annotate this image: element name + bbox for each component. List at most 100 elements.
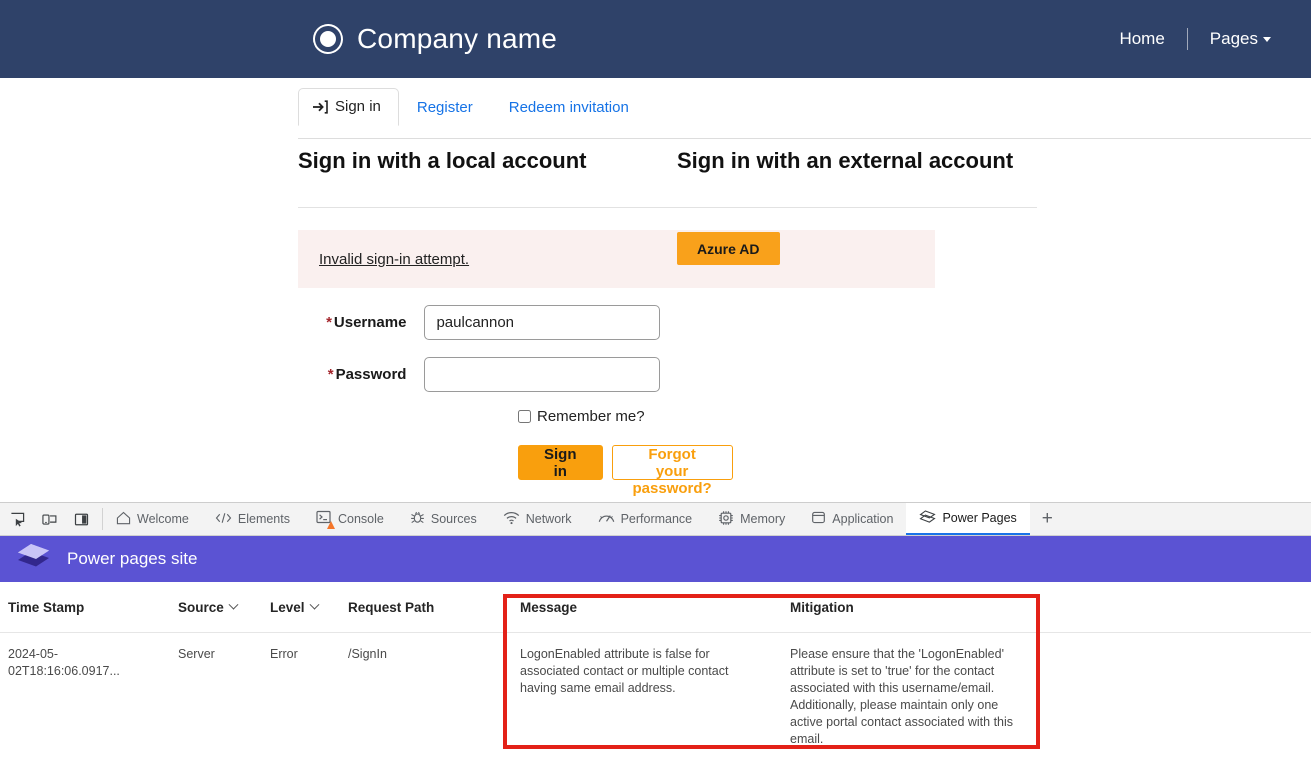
column-header-level-label: Level	[270, 600, 305, 615]
device-toolbar-icon[interactable]	[38, 508, 61, 530]
devtools-tab-memory-label: Memory	[740, 503, 785, 535]
column-header-message: Message	[506, 582, 776, 633]
external-account-heading: Sign in with an external account	[677, 140, 1311, 174]
external-account-section: Sign in with an external account Azure A…	[660, 140, 1311, 480]
local-account-heading: Sign in with a local account	[298, 140, 660, 174]
table-row[interactable]: 2024-05-02T18:16:06.0917... Server Error…	[0, 633, 1311, 761]
devtools-tool-icons	[0, 508, 103, 530]
column-header-spacer	[1044, 582, 1311, 633]
cell-request-path: /SignIn	[348, 633, 506, 761]
chevron-down-icon	[228, 600, 238, 610]
password-label-text: Password	[336, 366, 407, 383]
external-account-divider	[677, 207, 1037, 208]
devtools-tab-power-pages-label: Power Pages	[942, 502, 1016, 534]
devtools-add-tab-button[interactable]: +	[1030, 503, 1065, 535]
devtools-panel: Welcome Elements Console Sources Network…	[0, 502, 1311, 749]
power-pages-diamond-icon	[919, 509, 936, 528]
password-label: *Password	[298, 366, 424, 383]
required-marker: *	[328, 366, 334, 383]
devtools-tab-network[interactable]: Network	[490, 503, 585, 535]
tab-sign-in[interactable]: Sign in	[298, 88, 399, 126]
column-header-request-path: Request Path	[348, 582, 506, 633]
cell-level: Error	[270, 633, 348, 761]
cell-time-stamp: 2024-05-02T18:16:06.0917...	[0, 633, 178, 761]
devtools-tab-network-label: Network	[526, 503, 572, 535]
power-pages-site-title: Power pages site	[67, 549, 197, 569]
error-log-table: Time Stamp Source Level Request Path Mes…	[0, 582, 1311, 761]
power-pages-header: Power pages site	[0, 536, 1311, 582]
code-brackets-icon	[215, 511, 232, 528]
devtools-tab-console[interactable]: Console	[303, 503, 397, 535]
bug-icon	[410, 510, 425, 528]
console-warning-badge	[327, 521, 335, 529]
error-log-table-wrap: Time Stamp Source Level Request Path Mes…	[0, 582, 1311, 750]
brand-title: Company name	[357, 23, 557, 55]
devtools-tab-sources-label: Sources	[431, 503, 477, 535]
table-header-row: Time Stamp Source Level Request Path Mes…	[0, 582, 1311, 633]
wifi-icon	[503, 511, 520, 528]
invalid-signin-alert-link[interactable]: Invalid sign-in attempt.	[319, 251, 469, 268]
site-nav: Home Pages	[1097, 23, 1293, 55]
inspect-element-icon[interactable]	[6, 508, 29, 530]
chevron-down-icon	[309, 600, 319, 610]
local-account-section: Sign in with a local account Invalid sig…	[0, 140, 660, 480]
remember-me-label[interactable]: Remember me?	[537, 408, 645, 425]
column-header-time-stamp: Time Stamp	[0, 582, 178, 633]
sign-in-button[interactable]: Sign in	[518, 445, 603, 480]
username-row: *Username	[298, 305, 660, 340]
column-header-source-label: Source	[178, 600, 224, 615]
tab-sign-in-label: Sign in	[335, 97, 381, 117]
auth-button-row: Sign in Forgot your password?	[298, 445, 660, 480]
brand[interactable]: Company name	[313, 23, 557, 55]
tab-redeem-invitation[interactable]: Redeem invitation	[491, 89, 647, 126]
database-icon	[811, 510, 826, 528]
devtools-tab-memory[interactable]: Memory	[705, 503, 798, 535]
cell-spacer	[1044, 633, 1311, 761]
column-header-mitigation: Mitigation	[776, 582, 1044, 633]
devtools-tab-welcome[interactable]: Welcome	[103, 503, 202, 535]
console-terminal-icon	[316, 510, 332, 528]
circle-target-icon	[313, 24, 343, 54]
nav-item-pages-label: Pages	[1210, 29, 1258, 48]
tab-register[interactable]: Register	[399, 89, 491, 126]
cell-message: LogonEnabled attribute is false for asso…	[506, 633, 776, 761]
devtools-tab-elements[interactable]: Elements	[202, 503, 303, 535]
devtools-tab-sources[interactable]: Sources	[397, 503, 490, 535]
password-row: *Password	[298, 357, 660, 392]
column-header-level[interactable]: Level	[270, 582, 348, 633]
dock-side-icon[interactable]	[70, 508, 93, 530]
azure-ad-button[interactable]: Azure AD	[677, 232, 780, 265]
devtools-tab-welcome-label: Welcome	[137, 503, 189, 535]
devtools-tab-power-pages[interactable]: Power Pages	[906, 503, 1029, 535]
username-label: *Username	[298, 314, 424, 331]
password-input[interactable]	[424, 357, 660, 392]
username-label-text: Username	[334, 314, 407, 331]
devtools-tab-console-label: Console	[338, 503, 384, 535]
auth-columns: Sign in with a local account Invalid sig…	[0, 140, 1311, 480]
auth-tabs: Sign in Register Redeem invitation	[298, 78, 1311, 126]
error-log-table-head: Time Stamp Source Level Request Path Mes…	[0, 582, 1311, 633]
nav-item-pages[interactable]: Pages	[1188, 23, 1293, 55]
chip-icon	[718, 510, 734, 529]
devtools-tab-elements-label: Elements	[238, 503, 290, 535]
devtools-tab-application[interactable]: Application	[798, 503, 906, 535]
tabs-underline	[298, 138, 1311, 139]
auth-page-body: Sign in Register Redeem invitation Sign …	[0, 78, 1311, 502]
remember-me-checkbox[interactable]	[518, 410, 531, 423]
devtools-tab-performance[interactable]: Performance	[585, 503, 706, 535]
power-pages-logo-icon	[15, 542, 51, 577]
devtools-tab-application-label: Application	[832, 503, 893, 535]
remember-me-row: Remember me?	[298, 408, 660, 425]
cell-mitigation: Please ensure that the 'LogonEnabled' at…	[776, 633, 1044, 761]
home-icon	[116, 511, 131, 528]
nav-item-home[interactable]: Home	[1097, 23, 1186, 55]
gauge-icon	[598, 511, 615, 528]
required-marker: *	[326, 314, 332, 331]
devtools-tab-performance-label: Performance	[621, 503, 693, 535]
column-header-source[interactable]: Source	[178, 582, 270, 633]
username-input[interactable]	[424, 305, 660, 340]
site-header: Company name Home Pages	[0, 0, 1311, 78]
error-log-table-body: 2024-05-02T18:16:06.0917... Server Error…	[0, 633, 1311, 761]
devtools-tabbar: Welcome Elements Console Sources Network…	[0, 503, 1311, 536]
cell-source: Server	[178, 633, 270, 761]
